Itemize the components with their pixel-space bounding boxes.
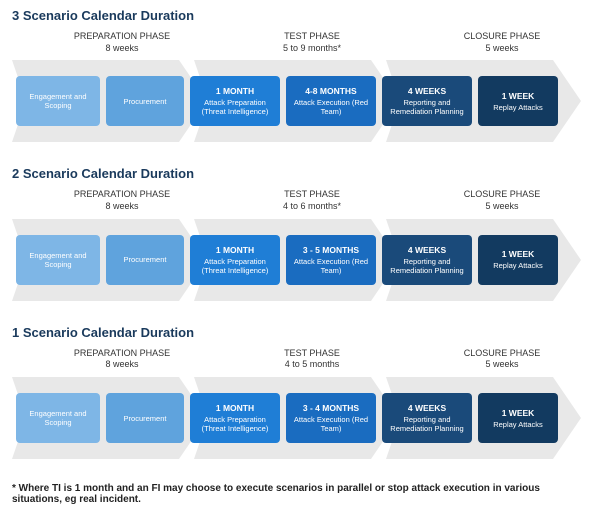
step-replay: 1 WEEK Replay Attacks xyxy=(478,393,558,443)
phase-name: TEST PHASE xyxy=(212,31,412,43)
step-procurement: Procurement xyxy=(106,393,184,443)
step-attack-prep: 1 MONTH Attack Preparation (Threat Intel… xyxy=(190,393,280,443)
step-replay: 1 WEEK Replay Attacks xyxy=(478,76,558,126)
step-label: Attack Execution (Red Team) xyxy=(290,257,372,275)
process-diagram: Engagement and Scoping Procurement 1 MON… xyxy=(12,219,589,301)
phase-name: CLOSURE PHASE xyxy=(412,348,592,360)
process-diagram: Engagement and Scoping Procurement 1 MON… xyxy=(12,377,589,459)
step-label: Procurement xyxy=(124,97,167,106)
step-boxes-row: Engagement and Scoping Procurement 1 MON… xyxy=(12,393,589,443)
step-attack-exec: 3 - 4 MONTHS Attack Execution (Red Team) xyxy=(286,393,376,443)
step-label: Reporting and Remediation Planning xyxy=(386,257,468,275)
phase-name: CLOSURE PHASE xyxy=(412,189,592,201)
phase-duration: 8 weeks xyxy=(32,43,212,55)
phase-duration: 4 to 6 months* xyxy=(212,201,412,213)
step-duration: 1 WEEK xyxy=(502,249,535,259)
scenario-section: 1 Scenario Calendar Duration PREPARATION… xyxy=(12,325,589,459)
phase-name: PREPARATION PHASE xyxy=(32,189,212,201)
phase-header-closure: CLOSURE PHASE 5 weeks xyxy=(412,189,592,212)
step-duration: 1 MONTH xyxy=(216,245,254,255)
phase-duration: 8 weeks xyxy=(32,359,212,371)
phase-duration: 4 to 5 months xyxy=(212,359,412,371)
step-reporting: 4 WEEKS Reporting and Remediation Planni… xyxy=(382,235,472,285)
scenario-section: 2 Scenario Calendar Duration PREPARATION… xyxy=(12,166,589,300)
step-replay: 1 WEEK Replay Attacks xyxy=(478,235,558,285)
phase-name: TEST PHASE xyxy=(212,348,412,360)
phase-duration: 5 weeks xyxy=(412,359,592,371)
phase-name: PREPARATION PHASE xyxy=(32,31,212,43)
step-duration: 3 - 5 MONTHS xyxy=(303,245,359,255)
step-duration: 4-8 MONTHS xyxy=(305,86,356,96)
step-engagement: Engagement and Scoping xyxy=(16,76,100,126)
process-diagram: Engagement and Scoping Procurement 1 MON… xyxy=(12,60,589,142)
step-duration: 1 MONTH xyxy=(216,86,254,96)
phase-name: TEST PHASE xyxy=(212,189,412,201)
step-label: Attack Preparation (Threat Intelligence) xyxy=(194,98,276,116)
step-reporting: 4 WEEKS Reporting and Remediation Planni… xyxy=(382,393,472,443)
phase-header-row: PREPARATION PHASE 8 weeks TEST PHASE 5 t… xyxy=(12,31,589,54)
phase-header-closure: CLOSURE PHASE 5 weeks xyxy=(412,31,592,54)
step-duration: 1 MONTH xyxy=(216,403,254,413)
step-attack-exec: 4-8 MONTHS Attack Execution (Red Team) xyxy=(286,76,376,126)
section-title: 1 Scenario Calendar Duration xyxy=(12,325,589,340)
step-label: Reporting and Remediation Planning xyxy=(386,415,468,433)
step-duration: 4 WEEKS xyxy=(408,86,446,96)
phase-header-test: TEST PHASE 5 to 9 months* xyxy=(212,31,412,54)
step-label: Attack Preparation (Threat Intelligence) xyxy=(194,415,276,433)
phase-duration: 5 weeks xyxy=(412,201,592,213)
step-label: Replay Attacks xyxy=(493,420,543,429)
phase-header-prep: PREPARATION PHASE 8 weeks xyxy=(32,31,212,54)
step-reporting: 4 WEEKS Reporting and Remediation Planni… xyxy=(382,76,472,126)
section-title: 3 Scenario Calendar Duration xyxy=(12,8,589,23)
step-duration: 1 WEEK xyxy=(502,91,535,101)
section-title: 2 Scenario Calendar Duration xyxy=(12,166,589,181)
step-label: Attack Execution (Red Team) xyxy=(290,415,372,433)
phase-duration: 5 weeks xyxy=(412,43,592,55)
step-duration: 1 WEEK xyxy=(502,408,535,418)
phase-duration: 5 to 9 months* xyxy=(212,43,412,55)
step-boxes-row: Engagement and Scoping Procurement 1 MON… xyxy=(12,76,589,126)
phase-header-row: PREPARATION PHASE 8 weeks TEST PHASE 4 t… xyxy=(12,189,589,212)
phase-header-closure: CLOSURE PHASE 5 weeks xyxy=(412,348,592,371)
step-label: Replay Attacks xyxy=(493,261,543,270)
step-label: Attack Execution (Red Team) xyxy=(290,98,372,116)
phase-header-test: TEST PHASE 4 to 6 months* xyxy=(212,189,412,212)
step-label: Reporting and Remediation Planning xyxy=(386,98,468,116)
phase-header-test: TEST PHASE 4 to 5 months xyxy=(212,348,412,371)
step-procurement: Procurement xyxy=(106,76,184,126)
step-attack-exec: 3 - 5 MONTHS Attack Execution (Red Team) xyxy=(286,235,376,285)
step-label: Attack Preparation (Threat Intelligence) xyxy=(194,257,276,275)
step-label: Engagement and Scoping xyxy=(20,251,96,269)
step-duration: 4 WEEKS xyxy=(408,403,446,413)
step-boxes-row: Engagement and Scoping Procurement 1 MON… xyxy=(12,235,589,285)
step-duration: 3 - 4 MONTHS xyxy=(303,403,359,413)
footnote-text: * Where TI is 1 month and an FI may choo… xyxy=(12,483,589,505)
step-label: Procurement xyxy=(124,414,167,423)
step-attack-prep: 1 MONTH Attack Preparation (Threat Intel… xyxy=(190,76,280,126)
phase-name: PREPARATION PHASE xyxy=(32,348,212,360)
phase-header-row: PREPARATION PHASE 8 weeks TEST PHASE 4 t… xyxy=(12,348,589,371)
step-engagement: Engagement and Scoping xyxy=(16,393,100,443)
step-label: Engagement and Scoping xyxy=(20,409,96,427)
step-label: Engagement and Scoping xyxy=(20,92,96,110)
step-engagement: Engagement and Scoping xyxy=(16,235,100,285)
scenario-section: 3 Scenario Calendar Duration PREPARATION… xyxy=(12,8,589,142)
step-label: Replay Attacks xyxy=(493,103,543,112)
phase-name: CLOSURE PHASE xyxy=(412,31,592,43)
phase-duration: 8 weeks xyxy=(32,201,212,213)
phase-header-prep: PREPARATION PHASE 8 weeks xyxy=(32,348,212,371)
step-procurement: Procurement xyxy=(106,235,184,285)
step-label: Procurement xyxy=(124,255,167,264)
step-duration: 4 WEEKS xyxy=(408,245,446,255)
phase-header-prep: PREPARATION PHASE 8 weeks xyxy=(32,189,212,212)
step-attack-prep: 1 MONTH Attack Preparation (Threat Intel… xyxy=(190,235,280,285)
